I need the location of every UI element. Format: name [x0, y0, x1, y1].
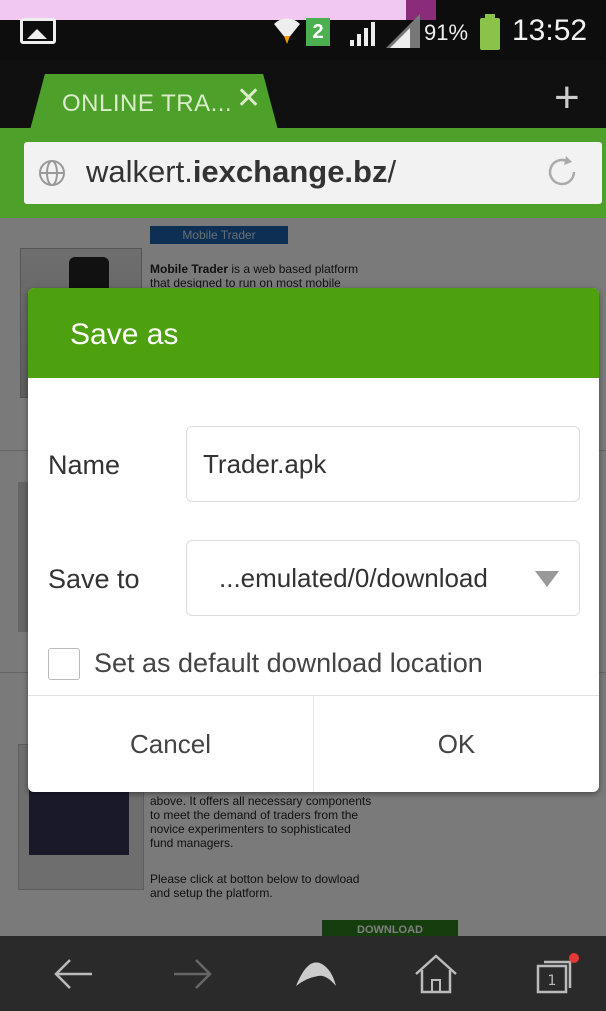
name-label: Name — [48, 450, 121, 480]
wifi-icon — [274, 18, 300, 44]
battery-percent: 91% — [424, 20, 469, 45]
status-bar: 2 91% 13:52 — [0, 0, 606, 60]
cancel-button[interactable]: Cancel — [28, 696, 313, 792]
dialog-title: Save as — [70, 318, 179, 351]
save-to-label: Save to — [48, 564, 140, 594]
reload-icon[interactable] — [544, 154, 580, 190]
save-as-dialog: Save as Name Save to ...emulated/0/downl… — [28, 288, 599, 792]
back-arrow-icon[interactable] — [50, 952, 98, 996]
ok-button[interactable]: OK — [314, 696, 599, 792]
tabs-icon[interactable]: 1 — [532, 952, 580, 996]
url-bar[interactable]: walkert.iexchange.bz/ — [24, 142, 602, 204]
status-bar-overlay — [0, 0, 406, 20]
url-text: walkert.iexchange.bz/ — [86, 154, 397, 189]
close-tab-icon[interactable]: ✕ — [236, 84, 261, 114]
dialog-button-row: Cancel OK — [28, 695, 599, 792]
browser-tab[interactable]: ONLINE TRA... ✕ — [30, 74, 278, 130]
default-location-label[interactable]: Set as default download location — [94, 648, 483, 679]
dialog-header: Save as — [28, 288, 599, 378]
clock: 13:52 — [512, 14, 588, 47]
image-notification-icon — [20, 18, 56, 44]
sim-icon: 2 — [306, 18, 330, 46]
globe-icon — [39, 160, 65, 186]
tab-title: ONLINE TRA... — [62, 90, 233, 117]
default-location-checkbox[interactable] — [48, 648, 80, 680]
battery-icon — [480, 14, 500, 50]
signal-icon — [350, 22, 375, 46]
tab-strip: ONLINE TRA... ✕ + — [0, 60, 606, 130]
save-location-dropdown[interactable]: ...emulated/0/download — [186, 540, 580, 616]
chevron-down-icon — [535, 571, 559, 587]
tab-count: 1 — [548, 973, 557, 989]
new-tab-icon[interactable]: + — [554, 76, 580, 120]
file-name-input[interactable] — [186, 426, 580, 502]
dolphin-menu-icon[interactable] — [292, 952, 340, 996]
home-icon[interactable] — [412, 952, 460, 996]
save-location-value: ...emulated/0/download — [219, 563, 488, 593]
forward-arrow-icon[interactable] — [168, 952, 216, 996]
address-area: walkert.iexchange.bz/ — [0, 128, 606, 218]
bottom-toolbar: 1 — [0, 936, 606, 1011]
signal-strength-icon — [386, 14, 420, 48]
